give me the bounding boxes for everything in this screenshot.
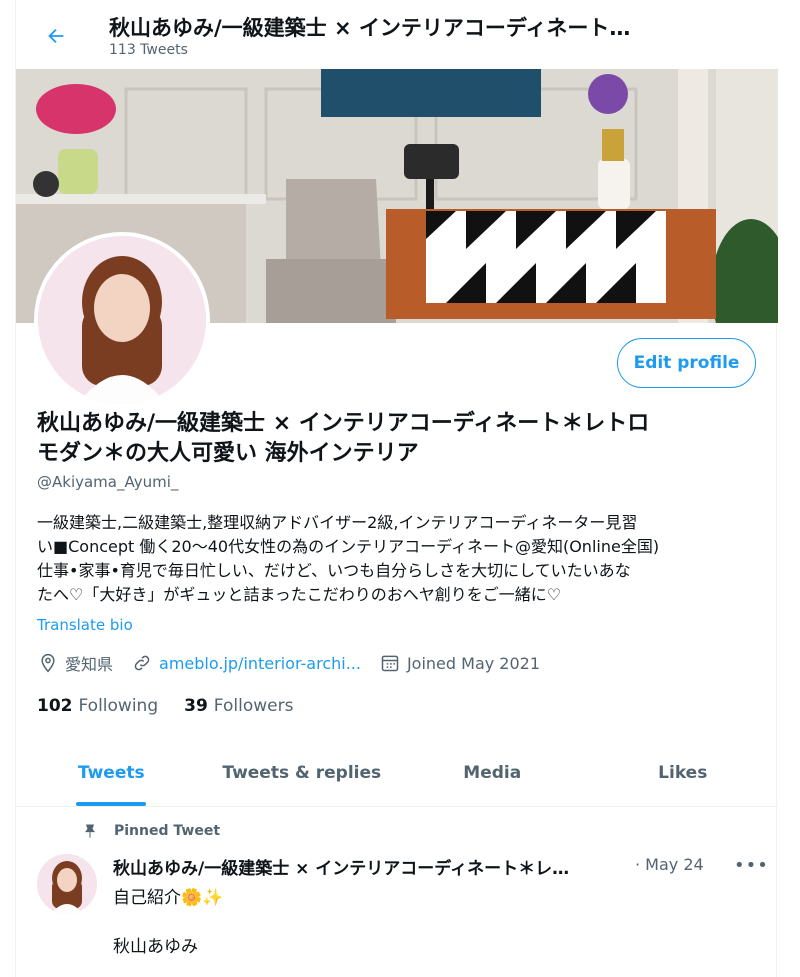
followers-label: Followers [213,696,294,716]
top-bar: 秋山あゆみ/一級建築士 × インテリアコーディネート… 113 Tweets [16,0,778,68]
display-name-line1: 秋山あゆみ/一級建築士 × インテリアコーディネート＊レトロ [37,411,650,436]
back-button[interactable] [38,18,74,54]
location: 愛知県 [37,651,113,675]
edit-profile-button[interactable]: Edit profile [617,338,756,388]
calendar-icon [379,652,401,674]
display-name-line2: モダン＊の大人可愛い 海外インテリア [37,441,419,466]
profile-tabs: Tweets Tweets & replies Media Likes [16,740,778,807]
pin-icon [85,824,95,838]
followers-link[interactable]: 39 Followers [184,696,293,716]
bio-line: い■Concept 働く20〜40代女性の為のインテリアコーディネート@愛知(O… [37,537,660,556]
website-link[interactable]: ameblo.jp/interior-archi... [159,654,361,673]
pinned-indicator: Pinned Tweet [82,823,220,839]
follow-stats: 102 Following 39 Followers [37,696,319,716]
tab-label: Tweets & replies [222,763,382,783]
profile-column: 秋山あゆみ/一級建築士 × インテリアコーディネート… 113 Tweets E… [15,0,778,977]
tab-tweets[interactable]: Tweets [16,740,207,806]
profile-meta: 愛知県 ameblo.jp/interior-archi... Joined M… [37,650,558,676]
location-text: 愛知県 [65,655,114,674]
bio: 一級建築士,二級建築士,整理収納アドバイザー2級,インテリアコーディネーター見習… [37,511,763,607]
header-title: 秋山あゆみ/一級建築士 × インテリアコーディネート… [109,16,631,40]
display-name: 秋山あゆみ/一級建築士 × インテリアコーディネート＊レトロ モダン＊の大人可愛… [37,409,757,469]
profile-avatar[interactable] [34,232,210,408]
tab-label: Tweets [77,763,145,783]
back-arrow-icon [48,28,64,44]
tab-likes[interactable]: Likes [588,740,779,806]
tweet-avatar-image [37,854,97,914]
website[interactable]: ameblo.jp/interior-archi... [131,652,361,674]
user-handle: @Akiyama_Ayumi_ [37,473,179,491]
joined-text: Joined May 2021 [406,653,541,673]
tweet-avatar[interactable] [37,854,97,914]
tweet-author[interactable]: 秋山あゆみ/一級建築士 × インテリアコーディネート＊レ… [113,854,633,879]
bio-line: たへ♡「大好き」がギュッと詰まったこだわりのおへヤ創りをご一緒に♡ [37,585,562,604]
translate-bio-link[interactable]: Translate bio [37,616,133,634]
tweet-text-line2: 秋山あゆみ [113,937,198,957]
bio-line: 一級建築士,二級建築士,整理収納アドバイザー2級,インテリアコーディネーター見習 [37,513,638,532]
bio-line: 仕事•家事•育児で毎日忙しい、だけど、いつも自分らしさを大切にしていたいあな [37,561,631,580]
tab-label: Likes [658,763,708,783]
following-count: 102 [37,696,73,716]
link-icon [131,652,153,674]
active-tab-indicator [76,802,147,806]
tweet-text: 自己紹介🌼✨ [113,888,224,908]
tweet-count: 113 Tweets [109,42,188,58]
joined: Joined May 2021 [379,652,540,674]
following-label: Following [78,696,159,716]
tab-label: Media [463,763,522,783]
tab-tweets-replies[interactable]: Tweets & replies [207,740,398,806]
following-link[interactable]: 102 Following [37,696,158,716]
followers-count: 39 [184,696,208,716]
tab-media[interactable]: Media [397,740,588,806]
avatar-image [38,236,206,404]
pinned-label: Pinned Tweet [114,823,221,839]
more-icon[interactable]: ••• [734,855,769,876]
location-icon [37,652,59,674]
tweet-date[interactable]: · May 24 [635,855,704,874]
